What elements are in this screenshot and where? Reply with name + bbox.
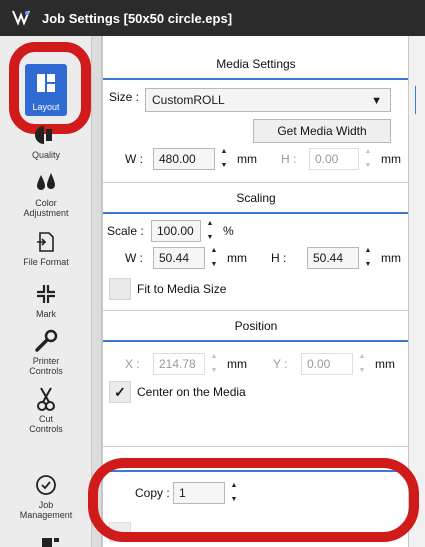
sidebar-item-label: Job Management [19,500,73,520]
copy-input[interactable]: 1 [173,482,225,504]
media-w-label: W : [125,152,143,166]
position-x-spinner[interactable]: ▲ ▼ [207,353,221,375]
media-height-input[interactable]: 0.00 [309,148,359,170]
sidebar-item-printer-controls[interactable]: Printer Controls [0,326,92,376]
scale-height-spinner[interactable]: ▲ ▼ [361,247,375,269]
mark-icon [31,279,61,309]
sidebar-item-label: File Format [23,257,69,267]
position-x-row: X : 214.78 ▲ ▼ mm [125,353,247,375]
scale-spinner[interactable]: ▲ ▼ [203,220,217,242]
scale-width-input[interactable]: 50.44 [153,247,205,269]
size-label: Size : [109,90,140,104]
scale-label: Scale : [107,224,144,238]
position-x-label: X : [125,357,140,371]
sidebar-item-label: Printer Controls [29,356,63,376]
position-y-unit: mm [375,357,395,371]
media-size-select[interactable]: CustomROLL ▼ [145,88,391,112]
get-media-width-button[interactable]: Get Media Width [253,119,391,143]
scale-w-label: W : [125,251,143,265]
scale-unit: % [223,224,234,238]
position-y-input[interactable]: 0.00 [301,353,353,375]
sidebar-item-job-management[interactable]: Job Management [0,470,92,520]
scissors-icon [31,384,61,414]
position-x-unit: mm [227,357,247,371]
title-bar: Job Settings [50x50 circle.eps] [0,0,425,36]
media-h-unit: mm [381,152,401,166]
section-media-settings-title: Media Settings [103,50,409,80]
layout-icon [31,68,61,98]
scale-row: Scale : 100.00 ▲ ▼ % [107,220,234,242]
position-y-spinner[interactable]: ▲ ▼ [355,353,369,375]
center-on-media-label: Center on the Media [137,385,246,399]
sidebar-item-quality[interactable]: Quality [0,120,92,160]
scale-height-row: H : 50.44 ▲ ▼ mm [271,247,401,269]
sidebar-item-label: Mark [36,309,56,319]
divider [103,310,409,311]
wrench-icon [31,326,61,356]
fit-to-media-label: Fit to Media Size [137,282,227,296]
center-on-media-row[interactable]: ✓ Center on the Media [109,381,246,403]
copy-spinner[interactable]: ▲ ▼ [227,482,241,504]
file-format-icon [31,227,61,257]
media-width-spinner[interactable]: ▲ ▼ [217,148,231,170]
clock-check-icon [31,470,61,500]
media-width-row: W : 480.00 ▲ ▼ mm [125,148,257,170]
sidebar-item-layout[interactable]: Layout [0,64,92,116]
center-on-media-checkbox[interactable]: ✓ [109,381,131,403]
scale-h-unit: mm [381,251,401,265]
scale-input[interactable]: 100.00 [151,220,201,242]
quality-icon [31,120,61,150]
section-position-title: Position [103,312,409,342]
copy-row: Copy : 1 ▲ ▼ [135,482,241,504]
window-title: Job Settings [50x50 circle.eps] [42,10,233,26]
accent-line [415,86,416,114]
fit-to-media-row[interactable]: Fit to Media Size [109,278,226,300]
scale-w-unit: mm [227,251,247,265]
sidebar-item-label: Layout [32,102,60,112]
sidebar-item-cut-controls[interactable]: Cut Controls [0,384,92,434]
media-h-label: H : [281,152,297,166]
divider [103,182,409,183]
sidebar-item-color-adjustment[interactable]: Color Adjustment [0,168,92,218]
chevron-down-icon: ▼ [371,95,382,107]
section-print-properties-underline [103,470,409,472]
preview-panel-edge [408,36,425,547]
sidebar-item-label: Color Adjustment [23,198,69,218]
color-adjustment-icon [31,168,61,198]
position-y-row: Y : 0.00 ▲ ▼ mm [273,353,395,375]
scale-h-label: H : [271,251,287,265]
sidebar-item-file-format[interactable]: File Format [0,227,92,267]
media-width-input[interactable]: 480.00 [153,148,215,170]
sidebar-item-label: Cut Controls [29,414,63,434]
copy-label: Copy : [135,486,170,500]
media-height-row: H : 0.00 ▲ ▼ mm [281,148,401,170]
more-items-icon [42,536,60,547]
sidebar-item-mark[interactable]: Mark [0,279,92,319]
settings-panel: Media Settings Size : CustomROLL ▼ Get M… [102,36,409,547]
sidebar-item-label: Quality [31,150,60,160]
fit-to-media-checkbox[interactable] [109,278,131,300]
size-row: Size : [109,90,139,104]
page-range-checkbox[interactable] [109,522,131,542]
media-w-unit: mm [237,152,257,166]
scale-width-row: W : 50.44 ▲ ▼ mm [125,247,247,269]
media-height-spinner[interactable]: ▲ ▼ [361,148,375,170]
scale-height-input[interactable]: 50.44 [307,247,359,269]
media-size-value: CustomROLL [152,93,225,107]
scale-width-spinner[interactable]: ▲ ▼ [207,247,221,269]
position-y-label: Y : [273,357,288,371]
sidebar-splitter[interactable] [92,36,102,547]
sidebar: Layout Quality Color Adjustment File For… [0,36,92,547]
app-logo-icon [8,5,34,31]
position-x-input[interactable]: 214.78 [153,353,205,375]
divider [103,446,409,447]
section-scaling-title: Scaling [103,184,409,214]
